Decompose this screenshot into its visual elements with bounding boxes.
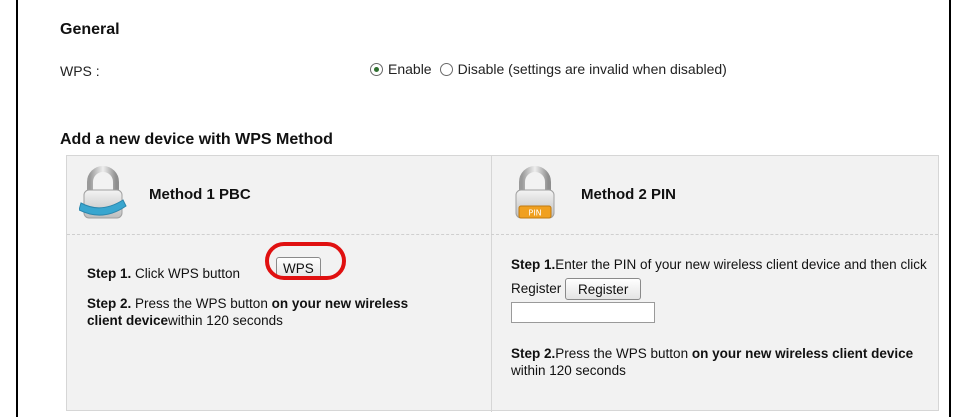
- method2-header: PIN Method 2 PIN: [511, 166, 676, 222]
- method2-step1-prefix: Step 1.: [511, 257, 556, 272]
- enable-label[interactable]: Enable: [388, 61, 432, 77]
- wps-button[interactable]: WPS: [276, 257, 321, 279]
- lock-pbc-icon: [78, 166, 127, 222]
- wps-methods-panel: Method 1 PBC PIN Method 2 PIN Step 1. Cl…: [66, 155, 939, 412]
- method1-step2-text: Press the WPS button: [131, 296, 272, 311]
- method1-step1-text: Click WPS button: [131, 266, 241, 281]
- disable-radio[interactable]: [439, 62, 453, 76]
- left-border: [16, 0, 18, 417]
- method1-step1: Step 1. Click WPS button: [87, 265, 240, 282]
- row-divider: [67, 234, 938, 235]
- section-title-general: General: [60, 21, 120, 38]
- pin-badge-text: PIN: [528, 209, 541, 218]
- method2-step2-text: Press the WPS button: [555, 346, 692, 361]
- method2-step2: Step 2.Press the WPS button on your new …: [511, 345, 931, 379]
- register-button[interactable]: Register: [565, 278, 642, 301]
- method2-title: Method 2 PIN: [581, 185, 677, 203]
- method1-step2: Step 2. Press the WPS button on your new…: [87, 295, 437, 329]
- disable-label[interactable]: Disable (settings are invalid when disab…: [458, 61, 727, 77]
- method1-step2-prefix: Step 2.: [87, 296, 132, 311]
- method2-step1: Step 1.Enter the PIN of your new wireles…: [511, 253, 931, 301]
- enable-radio[interactable]: [370, 62, 383, 76]
- method2-step2-prefix: Step 2.: [511, 346, 556, 361]
- right-border: [949, 0, 951, 417]
- wps-label: WPS :: [60, 63, 100, 79]
- method1-step2-suffix: within 120 seconds: [168, 313, 283, 328]
- pin-input[interactable]: [511, 302, 655, 323]
- method1-step1-prefix: Step 1.: [87, 266, 132, 281]
- column-divider: [491, 156, 492, 412]
- method1-header: Method 1 PBC: [78, 166, 251, 222]
- method1-title: Method 1 PBC: [149, 185, 251, 203]
- section-title-add-device: Add a new device with WPS Method: [60, 131, 333, 148]
- wps-radio-group: Enable Disable (settings are invalid whe…: [370, 61, 727, 77]
- method2-step2-bold: on your new wireless client device: [691, 346, 914, 361]
- lock-pin-icon: PIN: [511, 166, 559, 222]
- method2-step2-suffix: within 120 seconds: [511, 363, 626, 378]
